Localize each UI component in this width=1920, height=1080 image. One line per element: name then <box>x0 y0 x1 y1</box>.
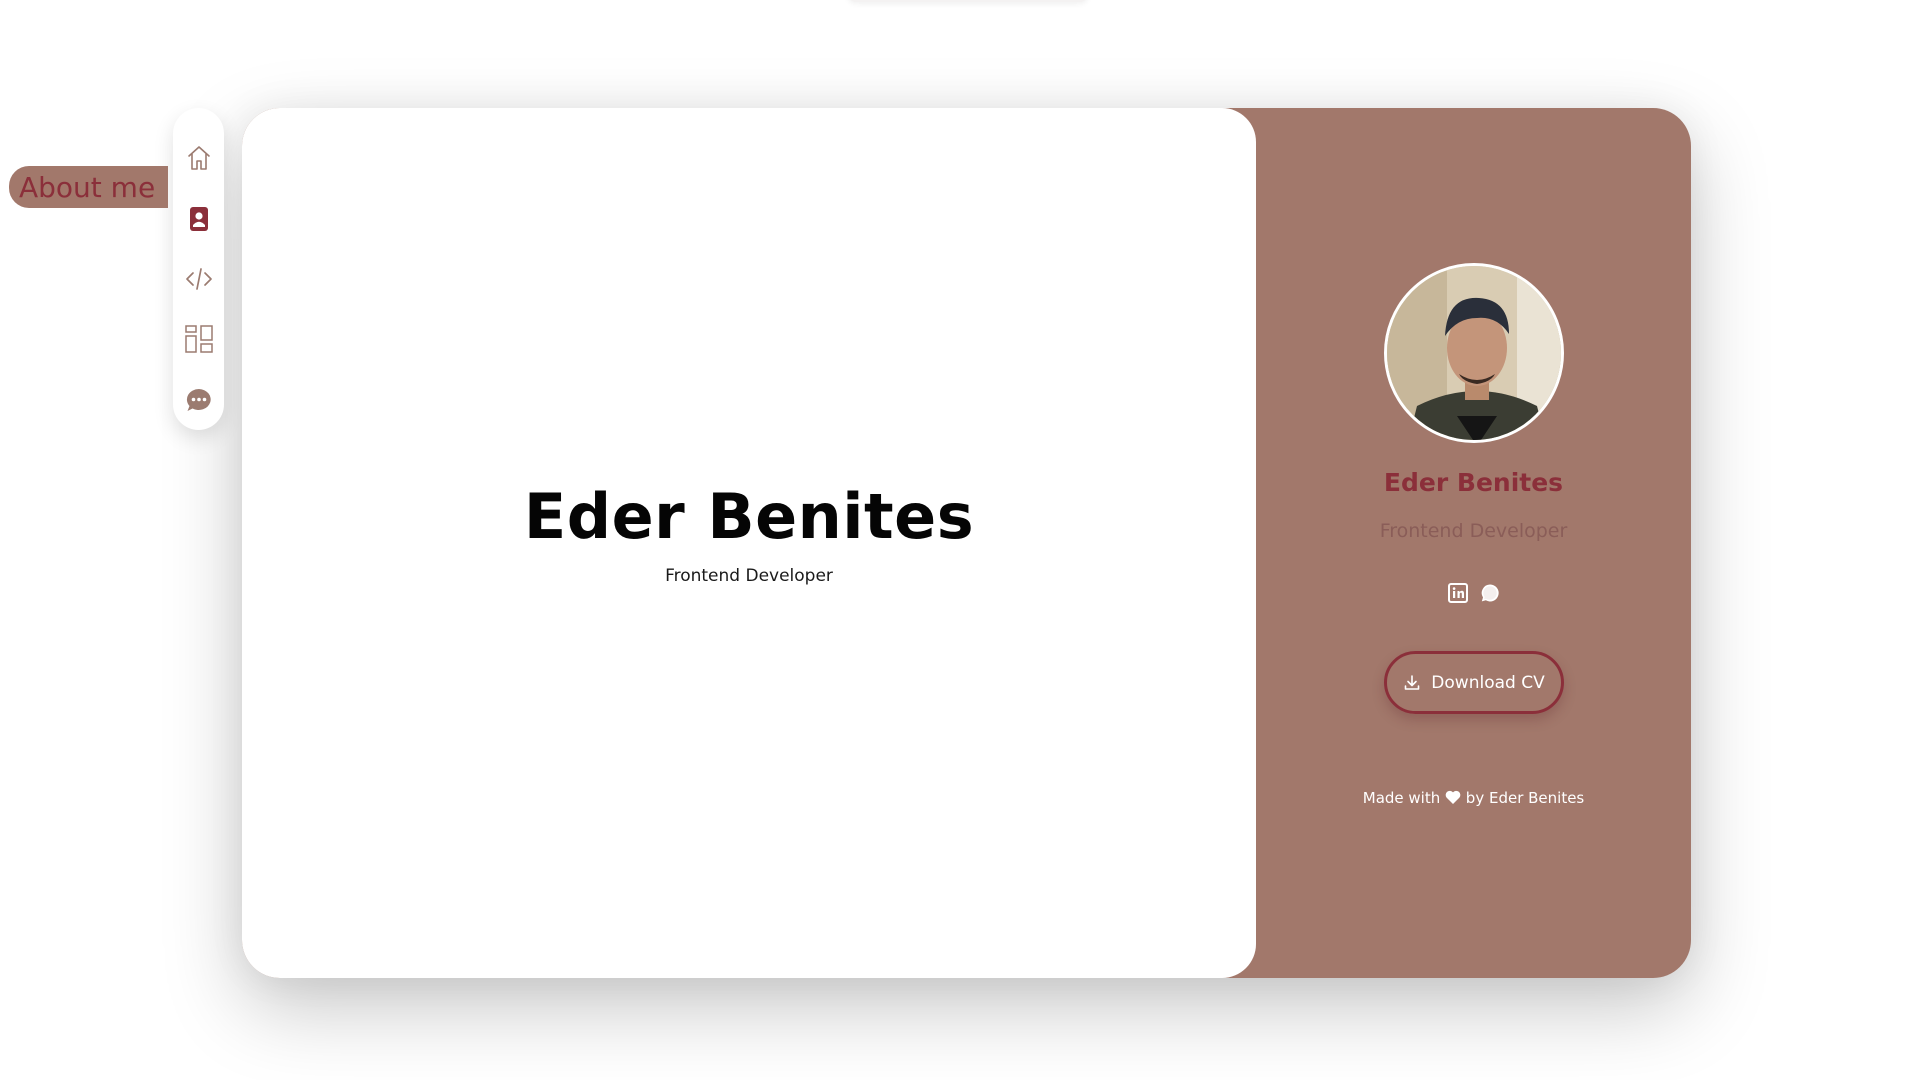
profile-name: Eder Benites <box>1383 468 1564 497</box>
avatar <box>1384 263 1564 443</box>
nav-item-portfolio[interactable] <box>173 309 224 369</box>
content-panel: Eder Benites Frontend Developer <box>242 108 1256 978</box>
nav-item-code[interactable] <box>173 249 224 309</box>
hero-title: Eder Benites <box>523 480 975 553</box>
nav-tooltip: About me <box>9 166 168 208</box>
social-links <box>1256 583 1691 603</box>
download-cv-button[interactable]: Download CV <box>1384 651 1564 714</box>
contact-card-icon <box>189 206 208 231</box>
page: Eder Benites Frontend Developer Eder Ben… <box>0 0 1920 1080</box>
download-cv-label: Download CV <box>1431 672 1545 693</box>
code-icon <box>185 268 212 290</box>
download-icon <box>1404 674 1420 690</box>
footer-note: Made with by Eder Benites <box>1256 789 1691 807</box>
home-icon <box>187 146 210 171</box>
heart-icon <box>1445 790 1461 804</box>
grid-layout-icon <box>184 325 213 354</box>
whatsapp-icon[interactable] <box>1480 583 1500 603</box>
linkedin-icon[interactable] <box>1447 583 1468 603</box>
profile-panel: Eder Benites Frontend Developer Download… <box>1256 108 1691 978</box>
side-nav <box>173 108 224 430</box>
profile-role: Frontend Developer <box>1379 520 1568 542</box>
hero-subtitle: Frontend Developer <box>665 566 833 586</box>
nav-item-home[interactable] <box>173 128 224 188</box>
footer-prefix: Made with <box>1362 789 1441 807</box>
main-card: Eder Benites Frontend Developer Eder Ben… <box>242 108 1691 978</box>
footer-suffix: by Eder Benites <box>1465 789 1585 807</box>
nav-item-about[interactable] <box>173 188 224 248</box>
top-handle <box>848 0 1088 2</box>
chat-bubble-icon <box>186 388 211 411</box>
nav-item-contact[interactable] <box>173 370 224 430</box>
